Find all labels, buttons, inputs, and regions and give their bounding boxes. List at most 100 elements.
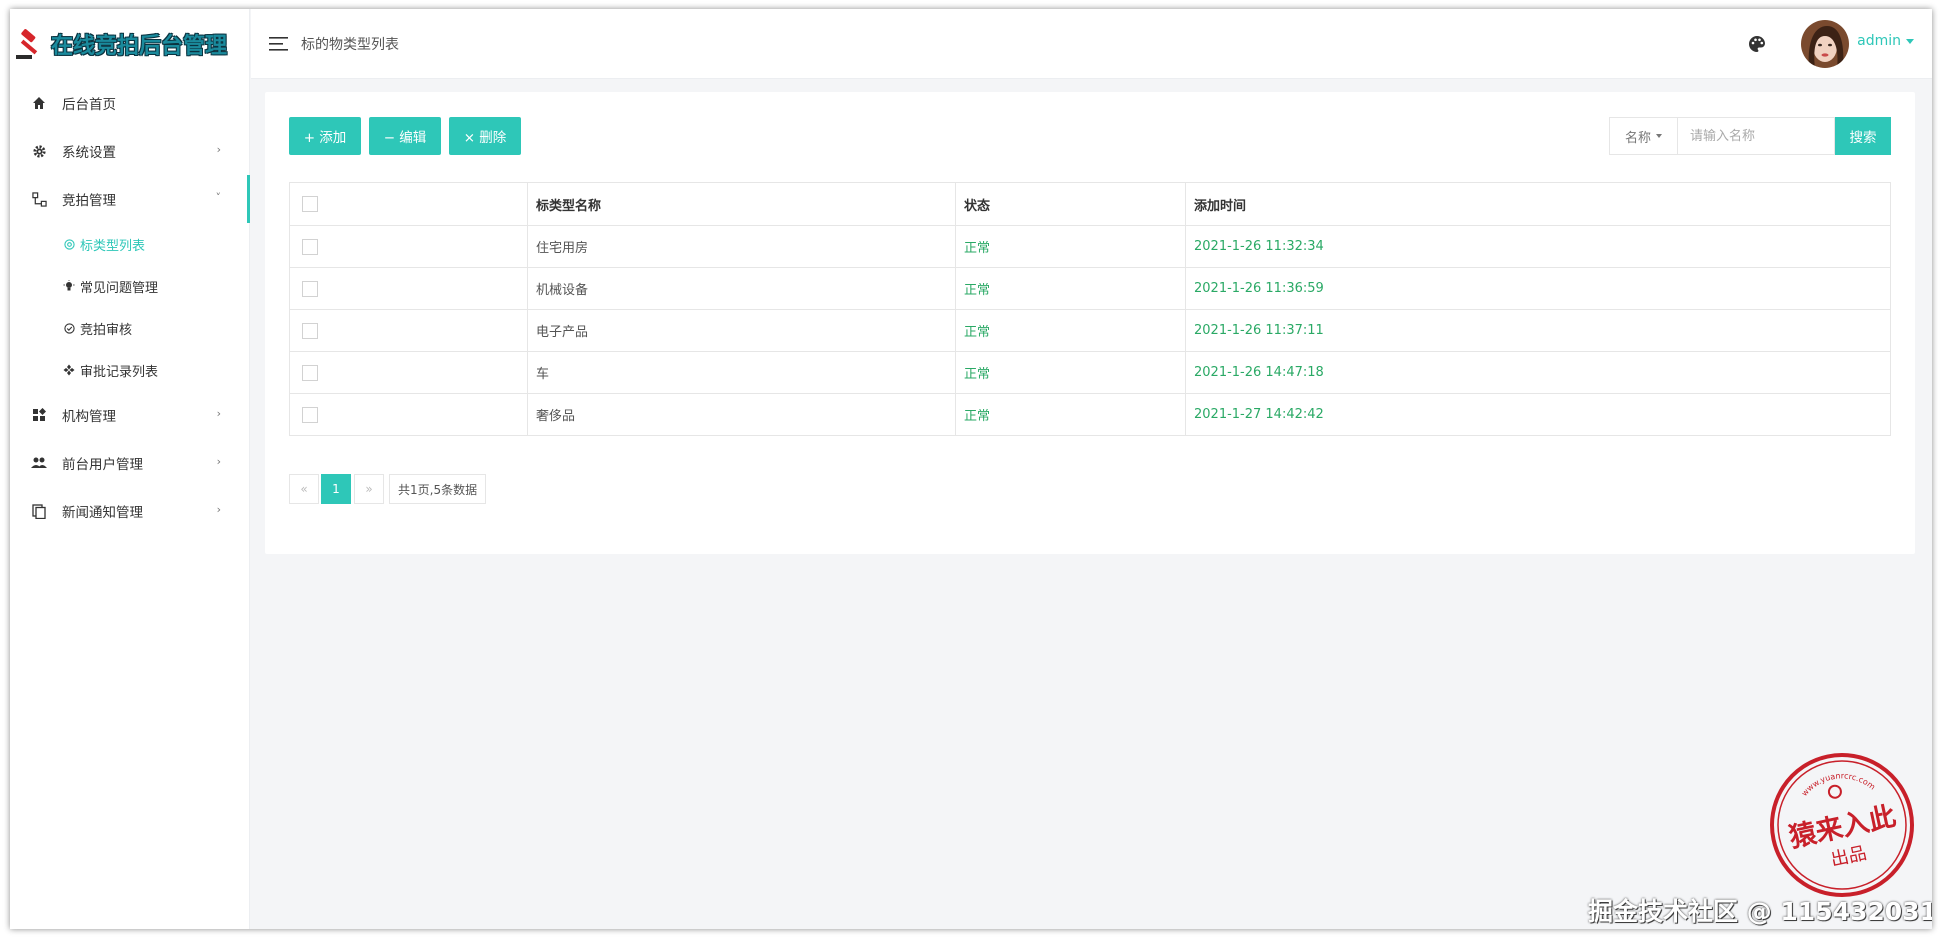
grid-icon: [30, 406, 48, 424]
chevron-right-icon: ›: [216, 503, 221, 516]
sidebar-item-auction[interactable]: 竞拍管理 ˅: [10, 175, 250, 223]
home-icon: [30, 94, 48, 112]
caret-down-icon: [1906, 38, 1914, 44]
sidebar-subitem-faq[interactable]: 常见问题管理: [10, 265, 249, 307]
sidebar-subitem-label: 常见问题管理: [80, 280, 159, 296]
app-frame: 在线竞拍后台管理 后台首页 系统设置 › 竞拍管理 ˅ 标类型列表 常见问题管理…: [10, 9, 1932, 929]
row-checkbox[interactable]: [302, 280, 318, 297]
status-cell: 正常: [955, 225, 1186, 268]
gavel-icon: [16, 29, 38, 59]
row-select-cell: [289, 351, 528, 394]
search-field-select[interactable]: 名称: [1609, 117, 1677, 155]
username: admin: [1857, 33, 1901, 49]
table-row[interactable]: 奢侈品 正常 2021-1-27 14:42:42: [289, 393, 1891, 436]
sidebar-item-label: 前台用户管理: [62, 457, 143, 473]
table-row[interactable]: 电子产品 正常 2021-1-26 11:37:11: [289, 309, 1891, 352]
row-select-cell: [289, 225, 528, 268]
sidebar-item-label: 竞拍管理: [62, 193, 116, 209]
seal-stamp: www.yuanrcrc.com 猿来入此 出品: [1770, 753, 1914, 897]
sidebar-item-frontend-users[interactable]: 前台用户管理 ›: [10, 439, 249, 487]
sidebar-item-home[interactable]: 后台首页: [10, 79, 249, 127]
type-name-cell: 机械设备: [527, 267, 956, 310]
sidebar-item-org[interactable]: 机构管理 ›: [10, 391, 249, 439]
pagination: « 1 » 共1页,5条数据: [289, 474, 487, 504]
type-name-cell: 电子产品: [527, 309, 956, 352]
status-cell: 正常: [955, 309, 1186, 352]
sidebar-item-settings[interactable]: 系统设置 ›: [10, 127, 249, 175]
logo[interactable]: 在线竞拍后台管理: [10, 9, 249, 79]
type-name-cell: 住宅用房: [527, 225, 956, 268]
page-number-button[interactable]: 1: [321, 474, 351, 504]
next-page-button[interactable]: »: [354, 474, 384, 504]
delete-button[interactable]: × 删除: [449, 117, 521, 155]
circle-icon: [62, 237, 76, 251]
sidebar-subitem-label: 审批记录列表: [80, 364, 159, 380]
caret-down-icon: [1656, 134, 1662, 138]
column-header: 标类型名称: [527, 182, 956, 226]
chevron-right-icon: ›: [216, 143, 221, 156]
search-bar: 名称 搜索: [1609, 117, 1891, 155]
chevron-right-icon: ›: [216, 455, 221, 468]
table-header-row: 标类型名称 状态 添加时间: [289, 182, 1891, 226]
edit-button[interactable]: − 编辑: [369, 117, 441, 155]
sidebar-subitem-audit[interactable]: 竞拍审核: [10, 307, 249, 349]
row-checkbox[interactable]: [302, 238, 318, 255]
sidebar-item-label: 机构管理: [62, 409, 116, 425]
search-button[interactable]: 搜索: [1835, 117, 1891, 155]
time-cell: 2021-1-27 14:42:42: [1185, 393, 1891, 436]
sidebar-subitem-type-list[interactable]: 标类型列表: [10, 223, 249, 265]
watermark: 掘金技术社区 @ 115432031q: [1588, 897, 1932, 926]
sidebar-item-label: 系统设置: [62, 145, 116, 161]
seal-main-text: 猿来入此: [1785, 801, 1898, 854]
type-name-cell: 车: [527, 351, 956, 394]
table-row[interactable]: 车 正常 2021-1-26 14:47:18: [289, 351, 1891, 394]
sidebar-subitem-label: 标类型列表: [80, 238, 146, 254]
status-cell: 正常: [955, 393, 1186, 436]
row-checkbox[interactable]: [302, 406, 318, 423]
top-header: 标的物类型列表 admin: [251, 9, 1932, 79]
add-button[interactable]: + 添加: [289, 117, 361, 155]
copy-icon: [30, 502, 48, 520]
table-row[interactable]: 机械设备 正常 2021-1-26 11:36:59: [289, 267, 1891, 310]
seal-sub-text: 出品: [1829, 843, 1869, 871]
search-field-label: 名称: [1624, 130, 1651, 146]
sidebar-subitem-label: 竞拍审核: [80, 322, 133, 338]
table-row[interactable]: 住宅用房 正常 2021-1-26 11:32:34: [289, 225, 1891, 268]
sidebar-item-label: 新闻通知管理: [62, 505, 143, 521]
bulb-icon: [62, 279, 76, 293]
check-circle-icon: [62, 321, 76, 335]
content-card: + 添加 − 编辑 × 删除 名称 搜索 标类型名称 状态 添加时间 住宅用房: [265, 92, 1915, 554]
sidebar-subitem-approval[interactable]: 审批记录列表: [10, 349, 249, 391]
sidebar: 在线竞拍后台管理 后台首页 系统设置 › 竞拍管理 ˅ 标类型列表 常见问题管理…: [10, 9, 250, 929]
sidebar-item-label: 后台首页: [62, 97, 116, 113]
time-cell: 2021-1-26 14:47:18: [1185, 351, 1891, 394]
chevron-right-icon: ›: [216, 407, 221, 420]
column-header: 添加时间: [1185, 182, 1891, 226]
prev-page-button[interactable]: «: [289, 474, 319, 504]
type-name-cell: 奢侈品: [527, 393, 956, 436]
data-table: 标类型名称 状态 添加时间 住宅用房 正常 2021-1-26 11:32:34…: [289, 182, 1891, 436]
select-all-cell: [289, 182, 528, 226]
page-info: 共1页,5条数据: [389, 474, 487, 504]
time-cell: 2021-1-26 11:32:34: [1185, 225, 1891, 268]
menu-toggle-icon[interactable]: [269, 36, 289, 52]
search-input[interactable]: [1677, 117, 1835, 155]
avatar[interactable]: [1801, 20, 1849, 68]
column-header: 状态: [955, 182, 1186, 226]
row-select-cell: [289, 267, 528, 310]
status-cell: 正常: [955, 267, 1186, 310]
row-checkbox[interactable]: [302, 364, 318, 381]
row-select-cell: [289, 393, 528, 436]
sidebar-item-news[interactable]: 新闻通知管理 ›: [10, 487, 249, 535]
sitemap-icon: [30, 190, 48, 208]
palette-icon[interactable]: [1747, 34, 1767, 54]
row-select-cell: [289, 309, 528, 352]
time-cell: 2021-1-26 11:37:11: [1185, 309, 1891, 352]
select-all-checkbox[interactable]: [302, 196, 318, 212]
user-menu[interactable]: admin: [1857, 33, 1914, 49]
status-cell: 正常: [955, 351, 1186, 394]
time-cell: 2021-1-26 11:36:59: [1185, 267, 1891, 310]
gear-icon: [30, 142, 48, 160]
row-checkbox[interactable]: [302, 322, 318, 339]
app-title: 在线竞拍后台管理: [51, 33, 228, 59]
